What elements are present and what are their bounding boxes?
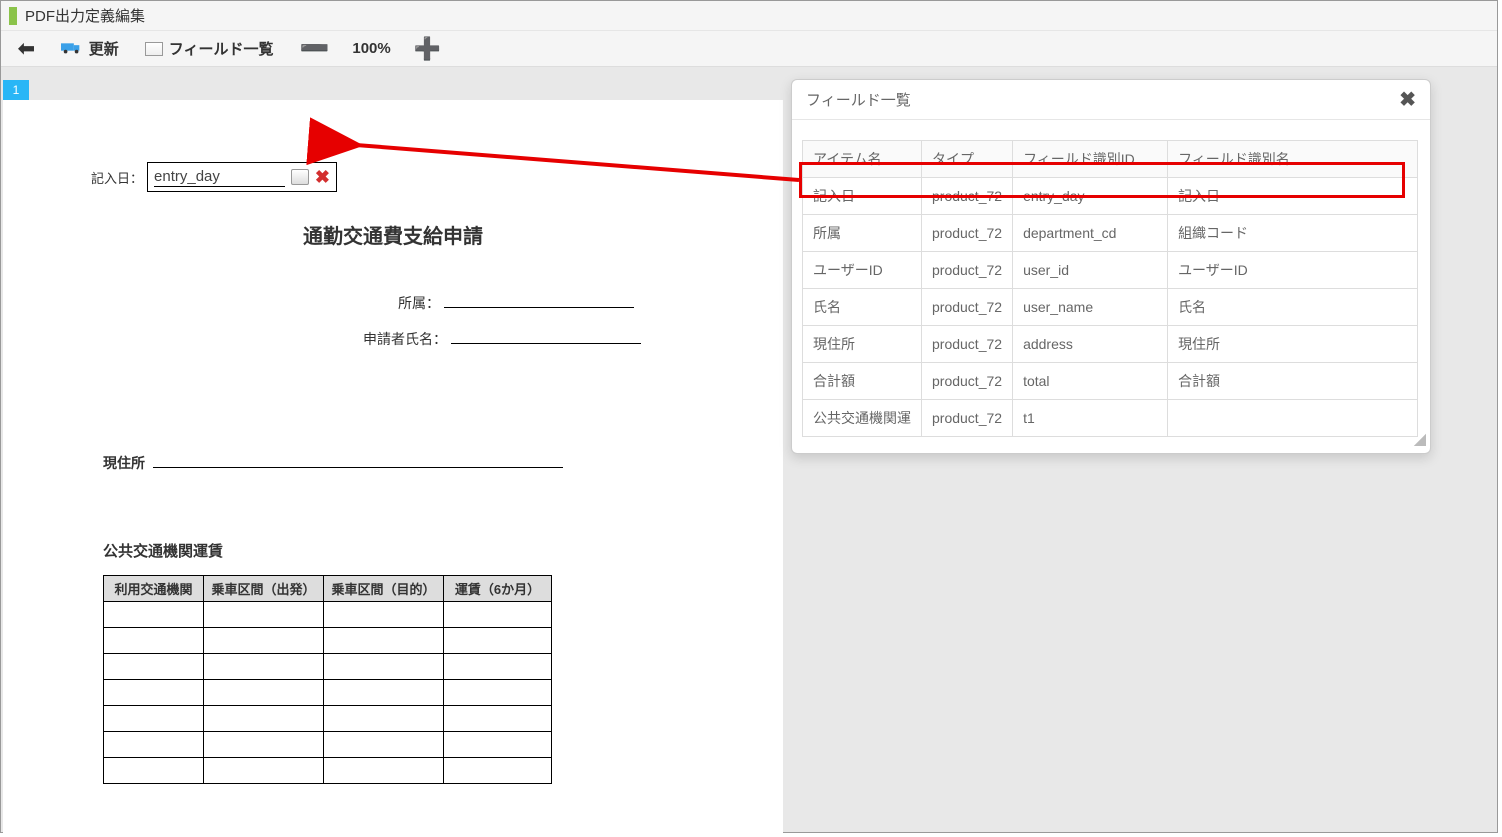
field-cell-fname: 氏名 <box>1168 289 1418 326</box>
field-row[interactable]: 現住所product_72address現住所 <box>803 326 1418 363</box>
address-label: 現住所 <box>103 455 145 471</box>
pdf-canvas[interactable]: 記入日： entry_day ✖ 通勤交通費支給申請 所属： 申請者氏名： 現住… <box>3 100 783 837</box>
field-cell-fid: t1 <box>1013 400 1168 437</box>
field-cell-item: 記入日 <box>803 178 922 215</box>
fare-col-3: 運賃（6か月） <box>444 576 552 602</box>
field-cell-fid: department_cd <box>1013 215 1168 252</box>
fld-col-fid: フィールド識別ID <box>1013 141 1168 178</box>
fare-section-label: 公共交通機関運賃 <box>103 540 223 561</box>
fare-row[interactable] <box>104 706 552 732</box>
back-button[interactable]: ⬅ <box>7 34 46 64</box>
fare-row[interactable] <box>104 654 552 680</box>
field-table: アイテム名 タイプ フィールド識別ID フィールド識別名 記入日product_… <box>802 140 1418 437</box>
field-cell-type: product_72 <box>922 400 1013 437</box>
grid-icon <box>145 42 163 56</box>
zoom-out-button[interactable]: ➖ <box>288 34 340 64</box>
field-row[interactable]: 所属product_72department_cd組織コード <box>803 215 1418 252</box>
field-cell-type: product_72 <box>922 326 1013 363</box>
field-list-panel: フィールド一覧 ✖ アイテム名 タイプ フィールド識別ID フィールド識別名 記… <box>791 79 1431 454</box>
calendar-icon[interactable] <box>291 169 309 185</box>
fare-row[interactable] <box>104 758 552 784</box>
window-titlebar: PDF出力定義編集 <box>1 1 1497 31</box>
toolbar: ⬅ 更新 フィールド一覧 ➖ 100% ➕ <box>1 31 1497 67</box>
affiliation-label: 所属： <box>398 295 440 311</box>
panel-title: フィールド一覧 <box>806 89 911 110</box>
field-cell-fid: entry_day <box>1013 178 1168 215</box>
panel-close-button[interactable]: ✖ <box>1399 87 1416 112</box>
field-cell-fid: address <box>1013 326 1168 363</box>
field-cell-type: product_72 <box>922 215 1013 252</box>
back-arrow-icon: ⬅ <box>18 36 35 61</box>
document-title: 通勤交通費支給申請 <box>3 220 783 249</box>
field-cell-item: 所属 <box>803 215 922 252</box>
field-row[interactable]: 氏名product_72user_name氏名 <box>803 289 1418 326</box>
field-cell-type: product_72 <box>922 289 1013 326</box>
affiliation-field[interactable] <box>444 290 634 308</box>
fld-col-type: タイプ <box>922 141 1013 178</box>
fare-col-1: 乗車区間（出発） <box>204 576 324 602</box>
minus-icon: ➖ <box>299 37 329 61</box>
zoom-level: 100% <box>344 40 398 57</box>
fare-col-2: 乗車区間（目的） <box>324 576 444 602</box>
fld-col-item: アイテム名 <box>803 141 922 178</box>
applicant-field[interactable] <box>451 326 641 344</box>
field-row[interactable]: 公共交通機関運product_72t1 <box>803 400 1418 437</box>
field-cell-fname: 組織コード <box>1168 215 1418 252</box>
applicant-label: 申請者氏名： <box>363 331 447 347</box>
entry-date-value: entry_day <box>154 168 285 187</box>
field-cell-fname: 記入日 <box>1168 178 1418 215</box>
entry-date-field[interactable]: entry_day ✖ <box>147 162 337 192</box>
field-row[interactable]: 記入日product_72entry_day記入日 <box>803 178 1418 215</box>
field-cell-fname: 合計額 <box>1168 363 1418 400</box>
field-cell-fid: user_id <box>1013 252 1168 289</box>
fieldlist-button[interactable]: フィールド一覧 <box>134 34 285 64</box>
field-cell-fname: 現住所 <box>1168 326 1418 363</box>
fare-table: 利用交通機関 乗車区間（出発） 乗車区間（目的） 運賃（6か月） <box>103 575 552 784</box>
field-cell-item: 合計額 <box>803 363 922 400</box>
page-tab-1[interactable]: 1 <box>3 80 29 100</box>
fare-col-0: 利用交通機関 <box>104 576 204 602</box>
field-cell-item: 氏名 <box>803 289 922 326</box>
field-cell-type: product_72 <box>922 178 1013 215</box>
field-cell-fname <box>1168 400 1418 437</box>
entry-date-label: 記入日： <box>91 168 143 187</box>
field-cell-item: ユーザーID <box>803 252 922 289</box>
zoom-in-button[interactable]: ➕ <box>403 34 452 64</box>
field-row[interactable]: ユーザーIDproduct_72user_idユーザーID <box>803 252 1418 289</box>
field-cell-item: 公共交通機関運 <box>803 400 922 437</box>
field-row[interactable]: 合計額product_72total合計額 <box>803 363 1418 400</box>
fare-row[interactable] <box>104 602 552 628</box>
fieldlist-label: フィールド一覧 <box>169 38 274 59</box>
update-label: 更新 <box>89 38 119 59</box>
window-title: PDF出力定義編集 <box>25 5 145 26</box>
address-field[interactable] <box>153 450 563 468</box>
field-cell-fid: user_name <box>1013 289 1168 326</box>
field-cell-type: product_72 <box>922 363 1013 400</box>
field-cell-item: 現住所 <box>803 326 922 363</box>
window-indicator-icon <box>9 7 17 25</box>
fare-row[interactable] <box>104 628 552 654</box>
field-cell-fname: ユーザーID <box>1168 252 1418 289</box>
fare-row[interactable] <box>104 732 552 758</box>
truck-icon <box>61 39 83 59</box>
fare-row[interactable] <box>104 680 552 706</box>
fld-col-fname: フィールド識別名 <box>1168 141 1418 178</box>
field-cell-fid: total <box>1013 363 1168 400</box>
update-button[interactable]: 更新 <box>50 34 130 64</box>
delete-field-icon[interactable]: ✖ <box>315 168 330 186</box>
plus-icon: ➕ <box>414 38 441 60</box>
field-cell-type: product_72 <box>922 252 1013 289</box>
